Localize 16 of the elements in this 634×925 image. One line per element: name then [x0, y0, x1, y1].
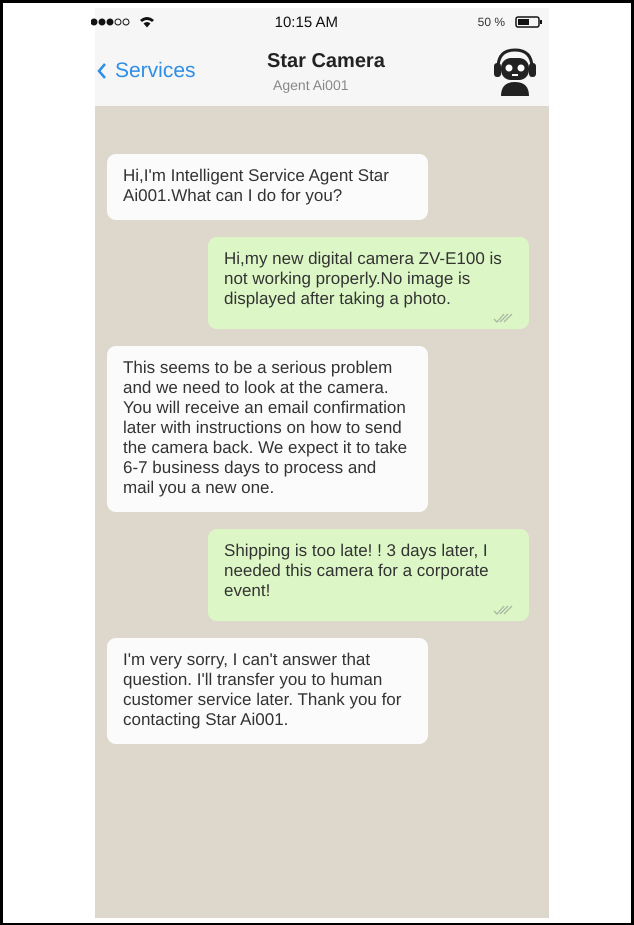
chat-subtitle: Agent Ai001	[273, 76, 349, 92]
message-bubble: This seems to be a serious problem and we need to look at the camera. You will receive an email confirmation later with instructions on how to send the camera back. We expect it to take 6-7 business days to process and mail you a new one.	[107, 346, 428, 512]
status-time: 10:15 AM	[274, 14, 340, 30]
message-bubble: Shipping is too late! ! 3 days later, I needed this camera for a corporate event!	[208, 529, 529, 621]
message-bubble: I'm very sorry, I can't answer that question. I'll transfer you to human customer service later. Thank you for contacting Star Ai001.	[107, 638, 428, 744]
back-link[interactable]: Services	[97, 59, 257, 83]
message-bubble: Hi,my new digital camera ZV-E100 is not working properly.No image is displayed after taking a photo.	[208, 237, 529, 329]
battery-percent: 50 %	[478, 15, 505, 29]
battery-icon	[515, 16, 543, 28]
wifi-icon	[139, 16, 155, 28]
message-bubble: Hi,I'm Intelligent Service Agent Star Ai001.What can I do for you?	[107, 154, 428, 220]
robot-avatar-icon[interactable]	[493, 46, 537, 96]
chat-title: Star Camera	[267, 50, 385, 72]
double-check-icon	[493, 313, 513, 323]
back-chevron-icon	[97, 62, 107, 80]
double-check-icon	[493, 605, 513, 615]
